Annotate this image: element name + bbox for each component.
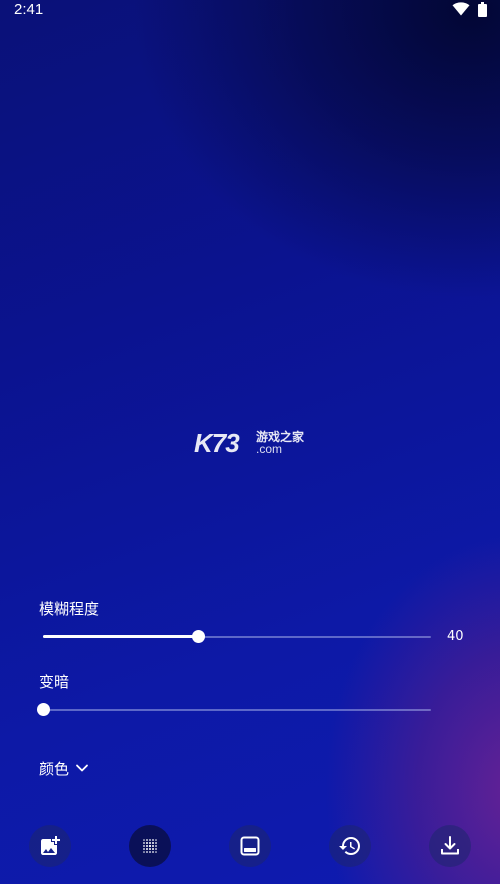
add-image-icon xyxy=(41,836,60,855)
blur-slider-fill xyxy=(43,635,199,638)
status-time: 2:41 xyxy=(14,1,44,18)
layout-button[interactable] xyxy=(229,825,271,867)
layout-bottom-bar-icon xyxy=(240,836,260,856)
blur-slider[interactable] xyxy=(43,627,431,647)
texture-button[interactable] xyxy=(129,825,171,867)
add-image-button[interactable] xyxy=(29,825,71,867)
watermark-logo: K73 xyxy=(194,428,240,458)
blur-label: 模糊程度 xyxy=(39,600,100,618)
watermark-domain: .com xyxy=(256,442,283,456)
darken-slider-track xyxy=(43,709,431,711)
chevron-down-icon xyxy=(76,764,88,772)
battery-icon xyxy=(478,2,487,17)
wifi-icon xyxy=(452,2,470,16)
wallpaper-canvas: 2:41 K73 游戏之家 .com 模糊程度 40 变暗 颜色 xyxy=(0,0,500,884)
darken-slider-thumb[interactable] xyxy=(37,703,50,716)
darken-label: 变暗 xyxy=(39,673,70,691)
download-button[interactable] xyxy=(429,825,471,867)
download-icon xyxy=(441,836,459,855)
watermark: K73 游戏之家 .com xyxy=(194,428,310,458)
history-button[interactable] xyxy=(329,825,371,867)
status-bar: 2:41 xyxy=(0,0,500,20)
blur-value: 40 xyxy=(447,629,464,644)
color-label: 颜色 xyxy=(39,759,70,778)
history-icon xyxy=(339,837,360,855)
darken-slider[interactable] xyxy=(37,700,431,720)
texture-grid-icon xyxy=(143,839,157,853)
blur-slider-thumb[interactable] xyxy=(192,630,206,643)
color-dropdown[interactable]: 颜色 xyxy=(39,757,89,779)
